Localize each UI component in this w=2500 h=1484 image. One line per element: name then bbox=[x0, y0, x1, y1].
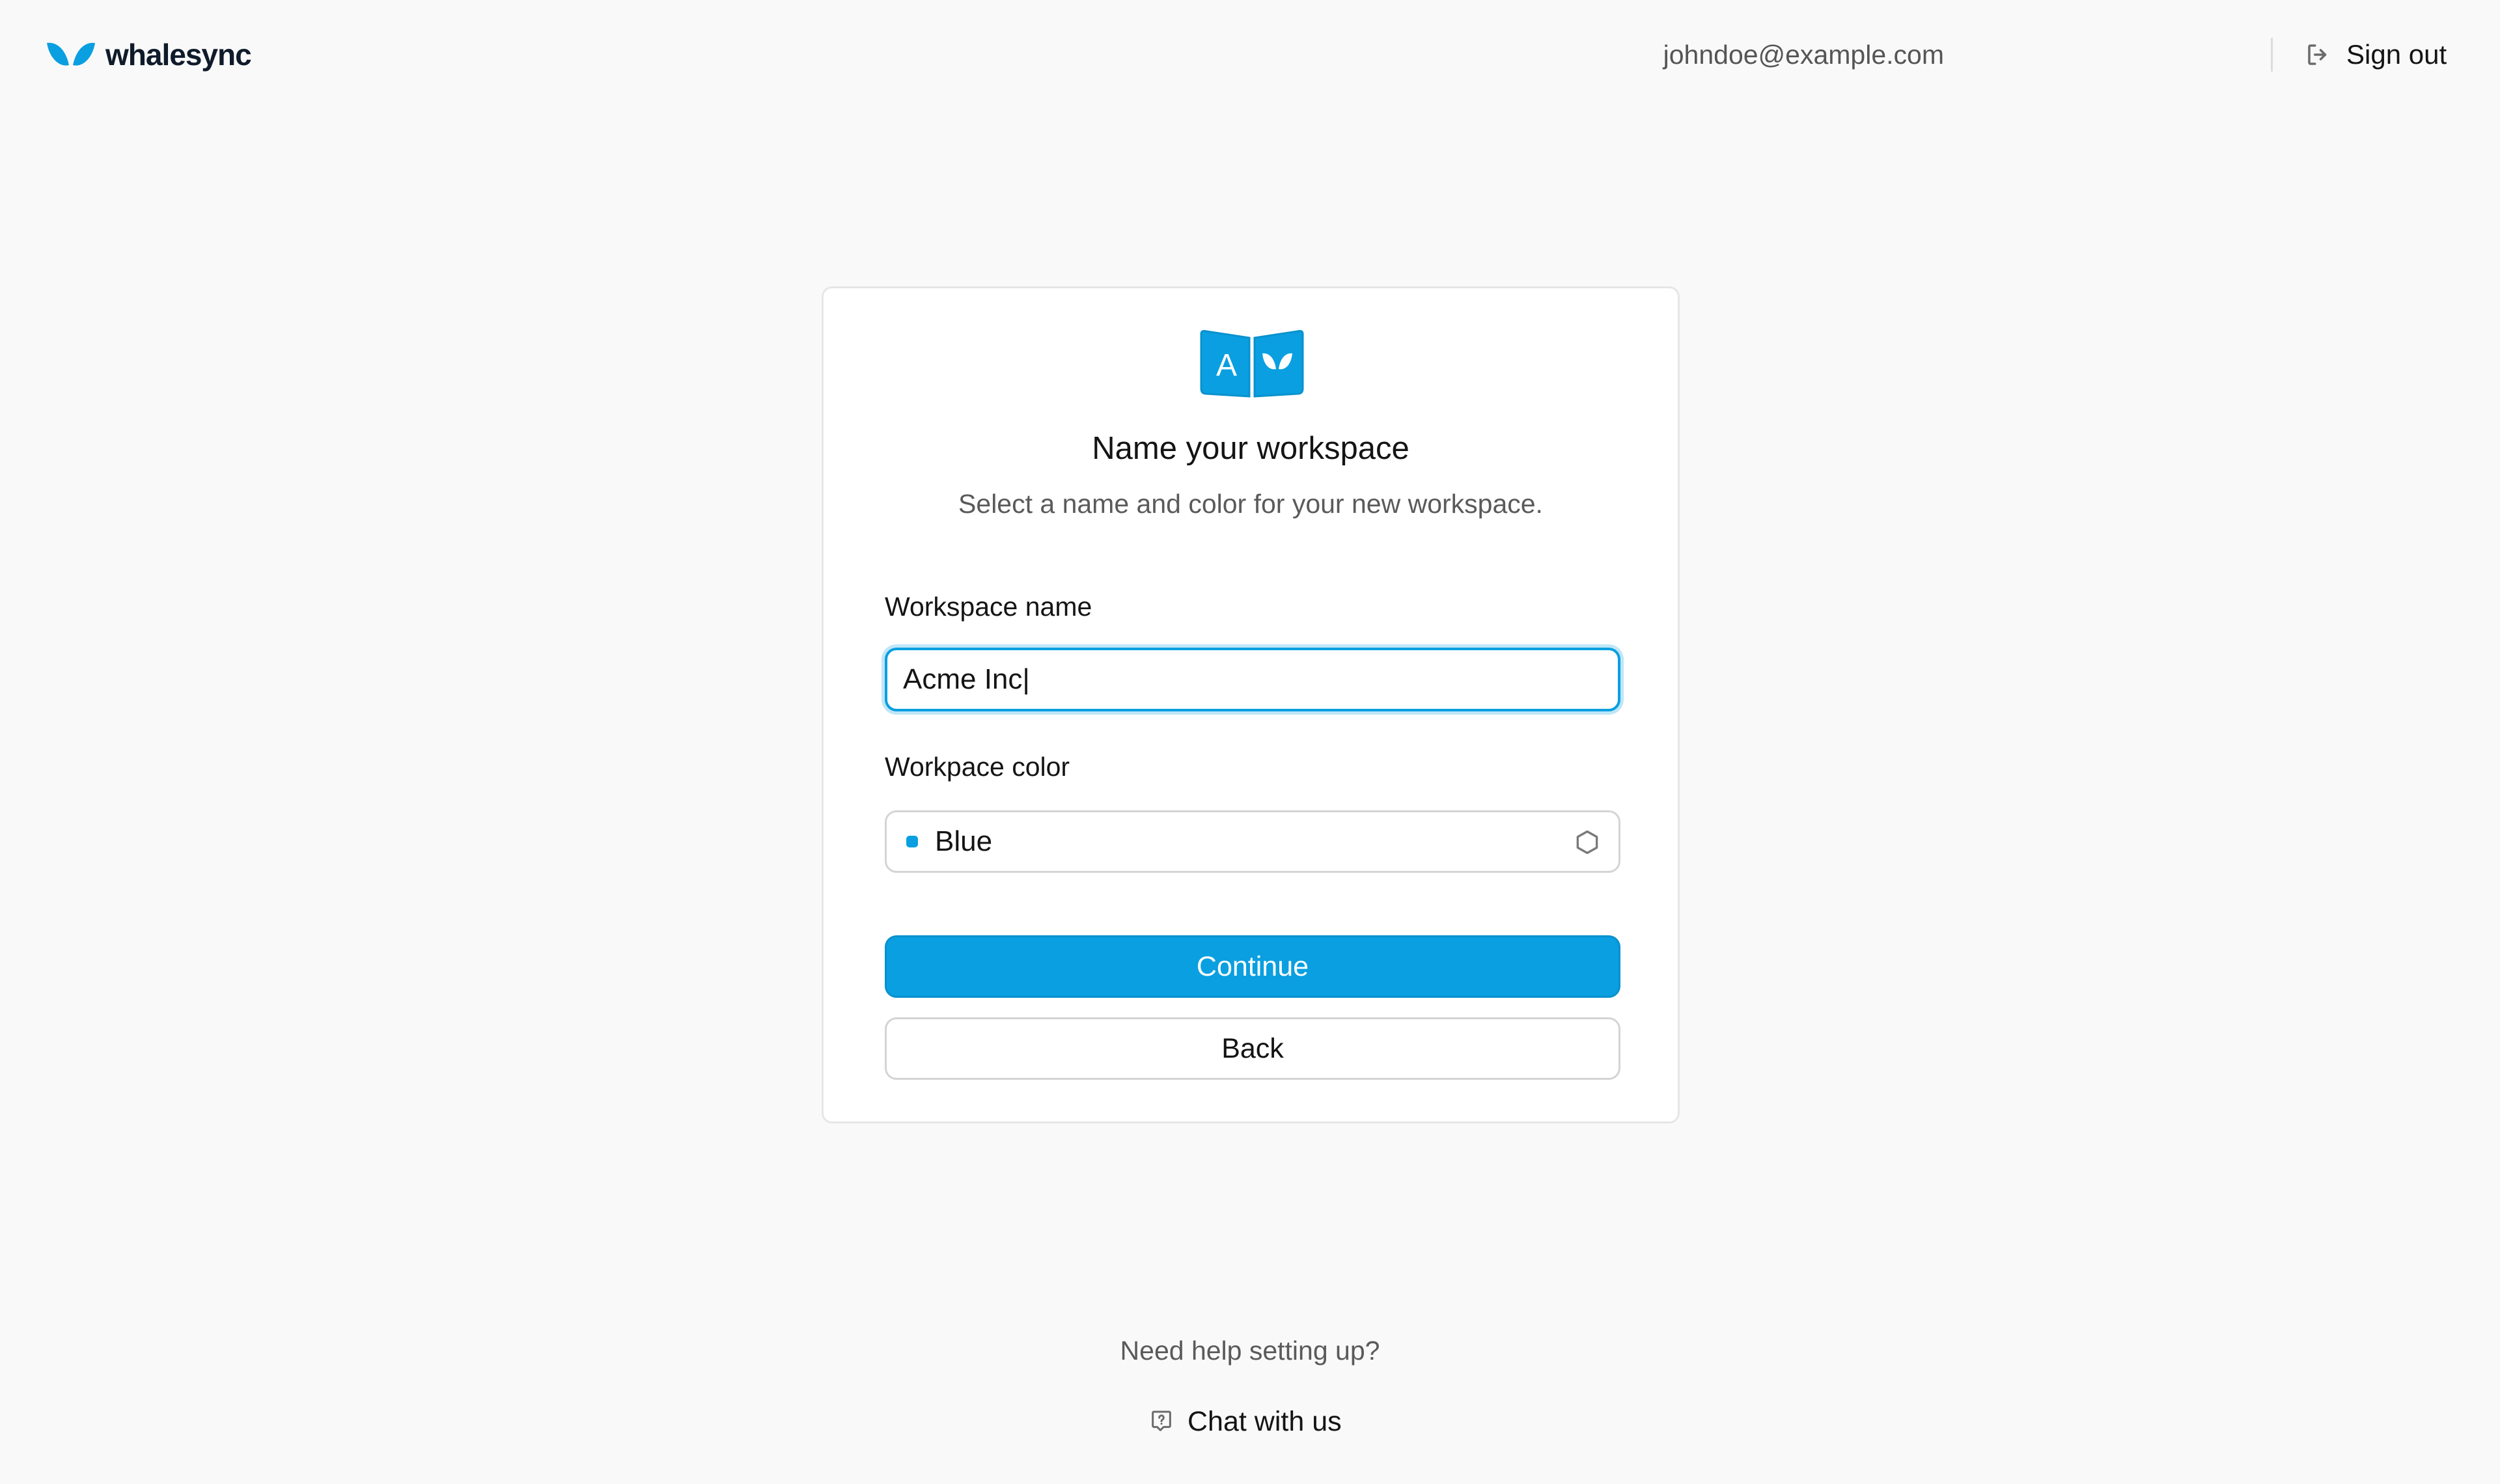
workspace-avatar-icon: A bbox=[1200, 330, 1304, 398]
card-subtitle: Select a name and color for your new wor… bbox=[958, 489, 1543, 519]
color-swatch bbox=[906, 836, 918, 847]
sign-out-label: Sign out bbox=[2346, 39, 2447, 70]
workspace-avatar-letter: A bbox=[1216, 348, 1237, 383]
workspace-name-input[interactable] bbox=[885, 648, 1620, 711]
card-title: Name your workspace bbox=[1092, 431, 1410, 466]
workspace-color-select[interactable]: Blue bbox=[885, 810, 1620, 873]
color-select-value: Blue bbox=[935, 825, 993, 857]
sign-out-icon bbox=[2308, 44, 2327, 65]
continue-button[interactable]: Continue bbox=[885, 935, 1620, 998]
back-button[interactable]: Back bbox=[885, 1017, 1620, 1080]
header-divider bbox=[2271, 38, 2273, 72]
chat-help-icon bbox=[1152, 1410, 1171, 1431]
workspace-color-label: Workpace color bbox=[885, 752, 1070, 782]
workspace-setup-card: A Name your workspace Select a name and … bbox=[822, 286, 1680, 1123]
chat-with-us-label: Chat with us bbox=[1188, 1405, 1342, 1437]
user-email: johndoe@example.com bbox=[1663, 40, 1944, 70]
top-bar: whalesync johndoe@example.com Sign out bbox=[0, 0, 2500, 111]
sign-out-button[interactable]: Sign out bbox=[2305, 35, 2447, 74]
select-chevron-icon bbox=[1576, 830, 1598, 855]
help-text: Need help setting up? bbox=[1120, 1336, 1380, 1366]
chat-with-us-link[interactable]: Chat with us bbox=[1148, 1401, 1342, 1442]
brand-logo[interactable]: whalesync bbox=[46, 34, 252, 76]
whalesync-logo-icon bbox=[47, 42, 95, 66]
brand-name: whalesync bbox=[105, 38, 252, 72]
workspace-name-label: Workspace name bbox=[885, 592, 1092, 622]
